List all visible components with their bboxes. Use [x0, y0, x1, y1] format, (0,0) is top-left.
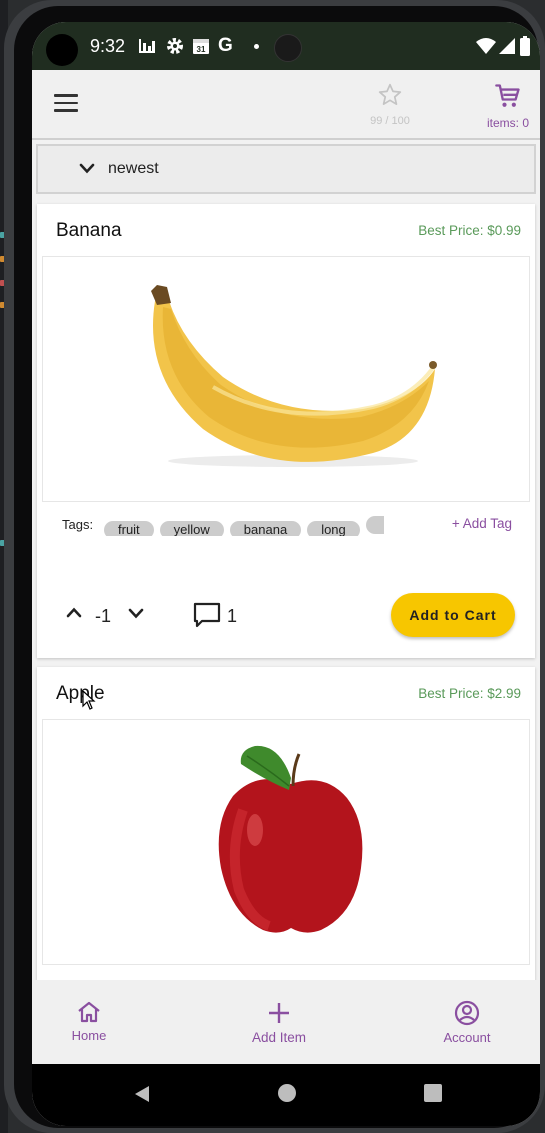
front-camera — [46, 34, 78, 66]
upvote-button[interactable] — [65, 604, 83, 627]
wifi-icon — [476, 36, 496, 56]
product-name[interactable]: Apple — [56, 683, 105, 705]
product-card: Apple Best Price: $2.99 — [37, 667, 535, 987]
cart-icon — [495, 84, 520, 107]
mouse-cursor-icon — [82, 689, 96, 715]
favorites-count: 99 / 100 — [370, 115, 410, 127]
tag-chip[interactable]: yellow — [159, 521, 224, 536]
screen-record-icon — [274, 34, 302, 62]
comment-icon — [193, 602, 221, 628]
product-image-apple[interactable] — [42, 719, 530, 965]
tags-list[interactable]: fruit yellow banana long — [104, 514, 384, 536]
cart-button[interactable]: items: 0 — [478, 82, 538, 130]
tag-chip[interactable]: banana — [229, 521, 302, 536]
chevron-down-icon — [128, 608, 144, 619]
phone-bezel: 9:32 31 G 99 / 100 items: 0 newest Banan… — [14, 6, 540, 1128]
product-name[interactable]: Banana — [56, 220, 122, 242]
phone-frame: 9:32 31 G 99 / 100 items: 0 newest Banan… — [4, 0, 545, 1133]
tags-label: Tags: — [62, 517, 94, 532]
svg-text:31: 31 — [197, 45, 206, 54]
status-time: 9:32 — [90, 36, 126, 56]
tags-row: Tags: fruit yellow banana long + Add Tag — [37, 514, 535, 536]
nav-home[interactable]: Home — [64, 1000, 114, 1043]
recent-apps-icon[interactable] — [424, 1084, 442, 1102]
gear-icon — [166, 36, 184, 56]
chevron-down-icon — [78, 162, 96, 181]
product-card: Banana Best Price: $0.99 Tags: fruit yel… — [37, 204, 535, 658]
plus-icon — [269, 1003, 289, 1023]
comments-button[interactable] — [193, 602, 221, 633]
nav-add-item[interactable]: Add Item — [244, 1000, 314, 1045]
downvote-button[interactable] — [127, 604, 145, 627]
sort-label: newest — [108, 160, 159, 177]
signal-icon — [498, 36, 516, 56]
vote-count: -1 — [95, 606, 112, 626]
bottom-navigation: Home Add Item Account — [32, 980, 540, 1064]
best-price: Best Price: $0.99 — [418, 223, 521, 238]
add-to-cart-button[interactable]: Add to Cart — [391, 593, 515, 637]
tag-chip[interactable]: long — [307, 521, 360, 536]
comment-count: 1 — [227, 606, 238, 626]
home-button-icon[interactable] — [278, 1084, 296, 1102]
status-bar: 9:32 31 G — [32, 22, 540, 70]
system-navigation-bar — [32, 1064, 540, 1126]
sort-selector[interactable]: newest — [36, 144, 536, 194]
calendar-icon: 31 — [192, 36, 210, 56]
cart-items-count: items: 0 — [486, 116, 529, 130]
favorites-button[interactable]: 99 / 100 — [362, 82, 418, 127]
nav-account-label: Account — [443, 1030, 491, 1045]
app-bar: 99 / 100 items: 0 — [32, 70, 540, 140]
menu-button[interactable] — [54, 94, 78, 114]
phone-screen: 9:32 31 G 99 / 100 items: 0 newest Banan… — [32, 22, 540, 1126]
product-image-banana[interactable] — [42, 256, 530, 502]
battery-icon — [520, 36, 530, 56]
star-icon — [378, 83, 402, 105]
chart-icon — [138, 36, 156, 56]
nav-add-item-label: Add Item — [251, 1030, 307, 1045]
tag-chip[interactable] — [365, 516, 384, 534]
best-price: Best Price: $2.99 — [418, 686, 521, 701]
nav-home-label: Home — [71, 1028, 107, 1043]
notification-dot — [254, 44, 259, 49]
google-icon: G — [218, 35, 233, 56]
chevron-up-icon — [66, 607, 82, 618]
add-tag-button[interactable]: + Add Tag — [452, 516, 512, 531]
back-icon[interactable] — [132, 1084, 152, 1109]
home-icon — [78, 1001, 100, 1023]
account-icon — [454, 1000, 480, 1026]
nav-account[interactable]: Account — [434, 1000, 500, 1045]
tag-chip[interactable]: fruit — [104, 521, 154, 536]
